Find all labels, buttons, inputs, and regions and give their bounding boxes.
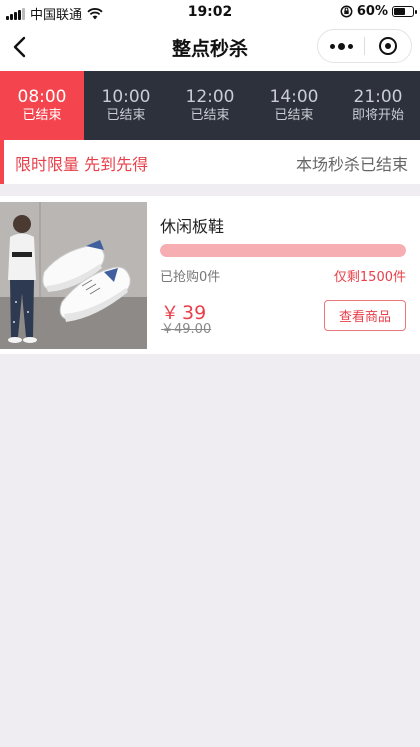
promo-slogan: 限时限量 先到先得 <box>15 155 149 174</box>
tab-time: 10:00 <box>101 87 151 107</box>
tab-time: 14:00 <box>269 87 319 107</box>
product-card[interactable]: 休闲板鞋 已抢购0件 仅剩1500件 ￥ 39 ￥49.00 查看商品 <box>0 196 420 354</box>
tab-time: 12:00 <box>185 87 235 107</box>
tab-status: 已结束 <box>190 108 230 123</box>
back-button[interactable] <box>8 34 34 60</box>
tab-0800[interactable]: 08:00 已结束 <box>0 71 84 148</box>
battery-label: 60% <box>356 4 388 19</box>
battery-icon <box>392 6 417 17</box>
stock-progress-fill <box>160 244 406 257</box>
product-image[interactable] <box>0 202 147 349</box>
status-right: 60% <box>340 4 417 19</box>
original-price: ￥49.00 <box>161 322 212 337</box>
mini-program-capsule <box>317 29 412 63</box>
close-button[interactable] <box>365 30 411 62</box>
stock-progress-bar <box>160 244 406 257</box>
time-tabs: 08:00 已结束 10:00 已结束 12:00 已结束 14:00 已结束 21:00 即将开… <box>0 71 420 148</box>
sold-count: 已抢购0件 <box>160 270 221 285</box>
tab-2100[interactable]: 21:00 即将开始 <box>336 71 420 140</box>
tab-1200[interactable]: 12:00 已结束 <box>168 71 252 140</box>
battery-fill <box>394 8 405 15</box>
status-bar: 中国联通 19:02 60% <box>0 0 420 24</box>
nav-bar: 整点秒杀 <box>0 24 420 71</box>
tab-time: 08:00 <box>17 87 67 107</box>
remaining-count: 仅剩1500件 <box>333 270 406 285</box>
tab-status: 已结束 <box>106 108 146 123</box>
session-status: 本场秒杀已结束 <box>295 155 408 174</box>
tab-status: 已结束 <box>274 108 314 123</box>
more-button[interactable] <box>318 30 364 62</box>
tab-status: 即将开始 <box>351 108 404 123</box>
lock-rotation-icon <box>340 5 353 18</box>
product-name: 休闲板鞋 <box>160 217 225 236</box>
sneakers-photo <box>0 202 147 349</box>
tab-1400[interactable]: 14:00 已结束 <box>252 71 336 140</box>
back-arrow-icon <box>13 36 26 58</box>
more-dots-icon <box>329 43 335 49</box>
tab-status: 已结束 <box>22 108 62 123</box>
target-close-icon <box>379 37 397 55</box>
tab-1000[interactable]: 10:00 已结束 <box>84 71 168 140</box>
view-product-button[interactable]: 查看商品 <box>324 300 406 331</box>
info-bar: 限时限量 先到先得 本场秒杀已结束 <box>0 140 420 184</box>
tab-time: 21:00 <box>353 87 403 107</box>
